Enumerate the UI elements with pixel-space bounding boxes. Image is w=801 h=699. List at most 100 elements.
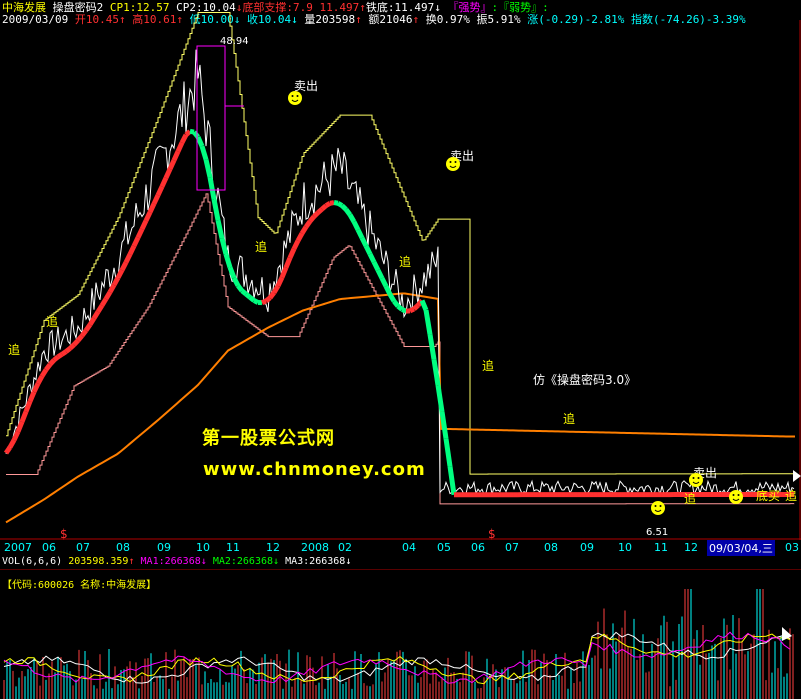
current-date-cursor: 09/03/04,三 [707,540,775,556]
trend-segment [363,244,373,256]
chase-label: 追 [482,358,494,373]
trend-segment [329,200,335,206]
sell-icon-eye [296,95,299,97]
trend-segment [324,201,332,208]
buy-icon-eye [654,505,657,507]
trend-segment [367,252,377,264]
x-tick-label: 12 [266,541,280,554]
trend-segment [236,284,244,293]
trend-segment [244,292,252,300]
trend-segment [412,303,420,311]
trend-segment [43,362,53,372]
x-tick-label: 09 [580,541,594,554]
trend-segment [347,213,357,223]
dollar-mark: $ [60,527,68,540]
ma1-arrow: ↓ [200,556,207,567]
trend-segment [343,207,353,217]
trend-segment [119,261,129,272]
trend-segment [151,194,161,205]
trend-segment [351,220,361,231]
trend-segment [308,214,316,223]
trend-segment [299,225,309,235]
trend-segment [3,445,13,455]
buy-icon-eye [659,505,662,507]
trend-segment [231,276,241,287]
trend-segment [419,299,429,311]
trend-segment [95,304,105,314]
x-tick-label: 05 [437,541,451,554]
trend-segment [261,298,267,305]
sell-icon-eye [692,477,695,479]
trend-segment [248,295,256,303]
trend-segment [439,411,449,440]
buy-icon-eye [737,494,740,496]
peak-box [196,45,226,191]
trend-segment [64,346,72,354]
chase-label: 追 [785,488,797,503]
chase-label: 追 [46,314,58,329]
trend-segment [52,354,60,363]
trend-segment [371,260,381,272]
trend-segment [111,276,121,287]
x-tick-label: 2007 [4,541,32,554]
chase-label: 追 [684,491,696,506]
ma2-value: MA2:266368 [212,556,274,567]
trend-segment [56,352,64,359]
chase-label: 追 [399,254,411,269]
trend-segment [427,334,437,360]
volume-header: VOL(6,6,6) 203598.359↑ MA1:266368↓ MA2:2… [2,556,351,567]
ma3-arrow: ↓ [345,556,352,567]
peak-price-label: 48.94 [220,36,249,47]
trend-segment [7,438,17,449]
trend-segment [167,159,177,171]
trend-segment [435,384,445,413]
trend-segment [91,310,101,320]
x-tick-label: 11 [226,541,240,554]
trend-segment [431,359,441,386]
trend-segment [283,256,293,269]
sell-icon [446,157,460,171]
trend-segment [19,410,29,423]
x-tick-label: 07 [505,541,519,554]
trend-segment [207,176,217,200]
trend-segment [211,198,221,221]
trend-segment [76,334,84,343]
trend-segment [447,466,457,496]
trend-segment [135,228,145,239]
trend-segment [103,290,113,301]
imitation-label: 仿《操盘密码3.0》 [533,372,636,387]
close-price-line [5,49,795,497]
trend-segment [355,228,365,239]
trend-segment [179,133,189,144]
trend-segment [287,247,297,259]
trend-segment [131,236,141,248]
ma1-value: MA1:266368 [140,556,201,567]
x-tick-label: 07 [76,541,90,554]
vol-value: 203598.359 [68,556,129,567]
trend-segment [80,328,88,338]
x-tick-label: 10 [196,541,210,554]
dollar-mark: $ [488,527,496,540]
volume-chart[interactable] [0,569,801,699]
ma3-value: MA3:266368 [285,556,346,567]
low-price-label: 6.51 [646,527,668,538]
bottom-buy-label: 底买 [756,488,780,503]
trend-segment [27,390,37,403]
trend-segment [107,283,117,294]
trend-segment [359,236,369,248]
trend-segment [155,185,165,197]
trend-segment [189,128,195,135]
x-tick-label: 08 [544,541,558,554]
trend-segment [295,232,305,242]
trend-segment [195,135,205,148]
trend-segment [316,207,324,215]
trend-segment [312,210,320,219]
trend-segment [171,150,181,162]
trend-segment [320,203,328,212]
trend-segment [31,382,41,394]
trend-segment [340,203,348,212]
trend-segment [271,284,281,295]
lower-band-line [6,193,795,505]
trend-segment [11,430,21,442]
volume-bars [3,589,794,699]
